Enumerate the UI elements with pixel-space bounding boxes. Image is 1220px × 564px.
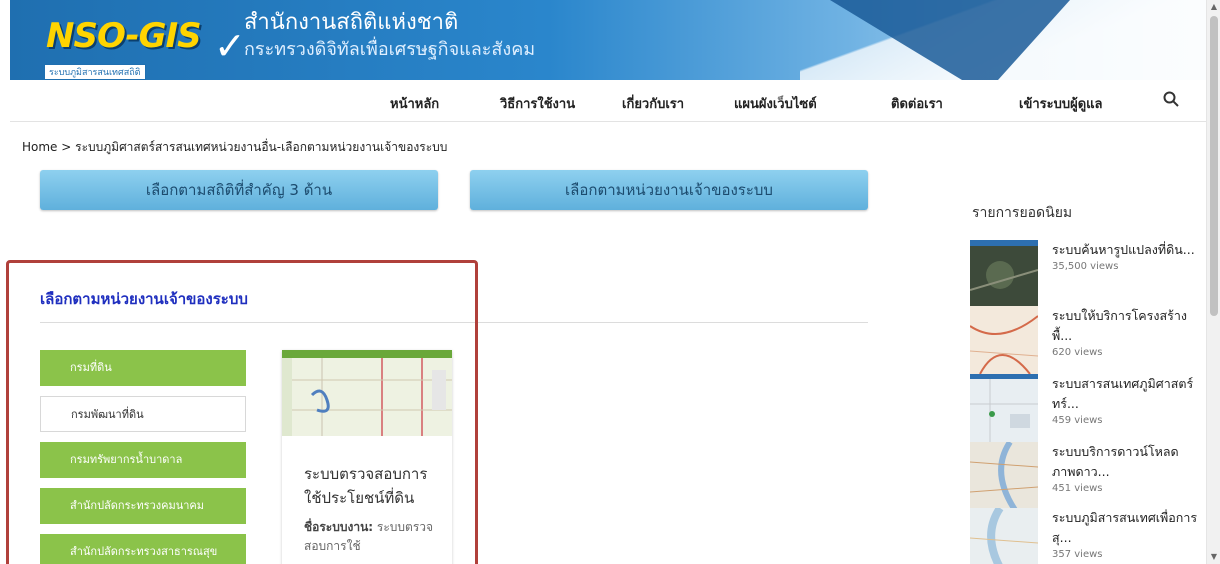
search-icon[interactable] (1162, 90, 1180, 108)
popular-item[interactable]: ระบบค้นหารูปแปลงที่ดิน... 35,500 views (970, 240, 1200, 308)
popular-heading: รายการยอดนิยม (972, 205, 1073, 221)
vertical-scrollbar[interactable]: ▲ ▼ (1206, 0, 1220, 564)
popular-item-title[interactable]: ระบบสารสนเทศภูมิศาสตร์ทร์... 459 views (1052, 374, 1200, 428)
popular-item-views: 459 views (1052, 415, 1103, 426)
popular-item-views: 357 views (1052, 549, 1103, 560)
highlight-frame (6, 260, 478, 564)
popular-item[interactable]: ระบบภูมิสารสนเทศเพื่อการสุ... 357 views (970, 508, 1200, 564)
popular-item-thumbnail[interactable] (970, 374, 1038, 442)
popular-item-title[interactable]: ระบบภูมิสารสนเทศเพื่อการสุ... 357 views (1052, 508, 1200, 562)
logo-mark-icon: ✓ (214, 24, 246, 68)
logo-text: NSO-GIS (46, 16, 202, 56)
scroll-down-icon[interactable]: ▼ (1207, 550, 1220, 564)
scroll-thumb[interactable] (1210, 16, 1218, 316)
site-logo[interactable]: NSO-GIS ระบบภูมิสารสนเทศสถิติ ✓ (36, 14, 246, 80)
popular-item[interactable]: ระบบให้บริการโครงสร้างพื้... 620 views (970, 306, 1200, 374)
nav-item-howto[interactable]: วิธีการใช้งาน (500, 93, 575, 114)
nav-item-admin-login[interactable]: เข้าระบบผู้ดูแล (1019, 93, 1103, 114)
popular-item-thumbnail[interactable] (970, 442, 1038, 510)
nav-item-about[interactable]: เกี่ยวกับเรา (622, 93, 684, 114)
popular-item-thumbnail[interactable] (970, 508, 1038, 564)
page: NSO-GIS ระบบภูมิสารสนเทศสถิติ ✓ สำนักงาน… (0, 0, 1220, 564)
nav-item-home[interactable]: หน้าหลัก (390, 93, 439, 114)
popular-item-title[interactable]: ระบบค้นหารูปแปลงที่ดิน... 35,500 views (1052, 240, 1200, 274)
select-by-agency-button[interactable]: เลือกตามหน่วยงานเจ้าของระบบ (470, 170, 868, 210)
popular-item-title[interactable]: ระบบบริการดาวน์โหลดภาพดาว... 451 views (1052, 442, 1200, 496)
popular-item-views: 451 views (1052, 483, 1103, 494)
popular-item-title[interactable]: ระบบให้บริการโครงสร้างพื้... 620 views (1052, 306, 1200, 360)
nav-item-contact[interactable]: ติดต่อเรา (891, 93, 943, 114)
header-banner: NSO-GIS ระบบภูมิสารสนเทศสถิติ ✓ สำนักงาน… (10, 0, 1206, 80)
main-nav: หน้าหลัก วิธีการใช้งาน เกี่ยวกับเรา แผนผ… (10, 80, 1206, 122)
breadcrumb[interactable]: Home > ระบบภูมิศาสตร์สารสนเทศหน่วยงานอื่… (22, 138, 447, 157)
select-by-key-stats-button[interactable]: เลือกตามสถิติที่สำคัญ 3 ด้าน (40, 170, 438, 210)
site-subtitle: กระทรวงดิจิทัลเพื่อเศรษฐกิจและสังคม (244, 39, 536, 60)
popular-item[interactable]: ระบบสารสนเทศภูมิศาสตร์ทร์... 459 views (970, 374, 1200, 442)
popular-item-views: 620 views (1052, 347, 1103, 358)
nav-item-sitemap[interactable]: แผนผังเว็บไซต์ (734, 93, 817, 114)
popular-item-views: 35,500 views (1052, 261, 1119, 272)
popular-item-thumbnail[interactable] (970, 240, 1038, 308)
popular-item-thumbnail[interactable] (970, 306, 1038, 374)
scroll-up-icon[interactable]: ▲ (1207, 0, 1220, 14)
popular-item[interactable]: ระบบบริการดาวน์โหลดภาพดาว... 451 views (970, 442, 1200, 510)
logo-subtext: ระบบภูมิสารสนเทศสถิติ (44, 64, 146, 80)
